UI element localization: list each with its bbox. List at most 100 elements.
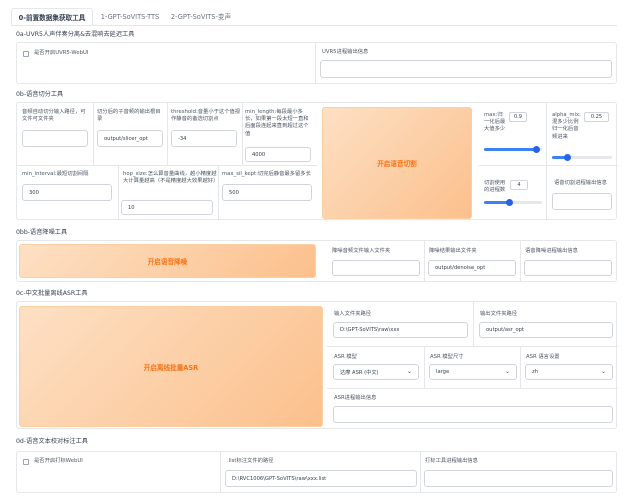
tab-divider — [11, 25, 617, 26]
slicer-output-dir-label: 切分后的子音频的输出根目录 — [97, 109, 161, 123]
max-sil-kept-label: max_sil_kept:切完后静音最多留多长 — [222, 171, 311, 177]
max-slider-knob[interactable] — [533, 146, 541, 153]
asr-info-field[interactable] — [333, 406, 613, 423]
asr-output-label: 输出文件夹路径 — [480, 311, 518, 317]
app-root: 0-前置数据集获取工具 1-GPT-SoVITS-TTS 2-GPT-SoVIT… — [0, 0, 628, 499]
list-path-label: .list标注文件的路径 — [227, 458, 274, 464]
denoise-output-dir-field[interactable]: output/denoise_opt — [428, 260, 516, 276]
asr-model-select[interactable]: 达摩 ASR (中文) ⌄ — [333, 364, 419, 380]
tab-tts[interactable]: 1-GPT-SoVITS-TTS — [94, 8, 166, 26]
denoise-divider — [424, 241, 425, 281]
uvr-section-title: 0a-UVR5人声伴奏分离&去混响去延迟工具 — [16, 31, 135, 38]
alpha-mix-slider[interactable] — [552, 154, 612, 161]
slicer-panel: 音频自动切分输入路径，可文件可文件夹 切分后的子音频的输出根目录 output/… — [16, 102, 618, 221]
slicer-input-path-field[interactable] — [22, 130, 88, 147]
asr-input-label: 输入文件夹路径 — [334, 311, 372, 317]
asr-lang-select[interactable]: zh ⌄ — [525, 364, 613, 380]
tab-voice-change[interactable]: 2-GPT-SoVITS-变声 — [166, 8, 236, 26]
label-tool-section-title: 0d-语音文本校对标注工具 — [16, 438, 88, 445]
denoise-section-title: 0bb-语音降噪工具 — [16, 229, 68, 236]
asr-divider — [473, 302, 474, 346]
asr-output-field[interactable]: output/asr_opt — [479, 322, 613, 338]
n-process-label: 切割使用的进程数 — [484, 180, 506, 194]
asr-input-field[interactable]: D:\GPT-SoVITS\raw\xxx — [333, 322, 468, 338]
start-asr-button[interactable]: 开启离线批量ASR — [19, 306, 323, 427]
uvr-panel: 是否开启UVR5-WebUI UVR5进程输出信息 — [16, 42, 617, 84]
uvr-output-field[interactable] — [320, 60, 612, 78]
slicer-divider — [218, 165, 219, 221]
asr-lang-value: zh — [532, 369, 539, 375]
label-webui-checkbox-label: 是否开启打标WebUI — [34, 458, 83, 464]
asr-model-value: 达摩 ASR (中文) — [340, 369, 379, 376]
alpha-mix-label: alpha_mix:混多少比例归一化后音频进来 — [552, 112, 581, 140]
slicer-row-divider — [479, 165, 618, 166]
max-label: max:归一化后最大值多少 — [484, 112, 506, 133]
asr-row-divider — [327, 388, 618, 389]
start-slicing-button[interactable]: 开启语音切割 — [322, 107, 472, 219]
alpha-mix-number[interactable]: 0.25 — [584, 112, 609, 122]
n-process-slider[interactable] — [484, 199, 542, 206]
min-length-label: min_length:每段最小多长，如果第一段太短一直和后面段连起来直到超过这个… — [245, 109, 309, 137]
denoise-info-label: 语音降噪进程输出信息 — [525, 248, 578, 254]
asr-section-title: 0c-中文批量离线ASR工具 — [16, 290, 88, 297]
asr-row-divider — [327, 346, 618, 347]
slicer-divider — [546, 165, 547, 221]
slicer-row-divider — [17, 165, 317, 166]
uvr-output-label: UVR5进程输出信息 — [322, 49, 369, 55]
max-slider-fill — [484, 148, 537, 151]
label-tool-info-label: 打标工具进程输出信息 — [425, 458, 478, 464]
min-length-field[interactable]: 4000 — [245, 147, 311, 162]
chevron-down-icon: ⌄ — [406, 368, 412, 375]
hop-size-field[interactable]: 10 — [121, 200, 213, 215]
asr-panel: 开启离线批量ASR 输入文件夹路径 D:\GPT-SoVITS\raw\xxx … — [16, 301, 618, 429]
asr-model-label: ASR 模型 — [334, 354, 357, 360]
start-denoise-button[interactable]: 开启语音降噪 — [19, 244, 316, 278]
slicer-output-label: 语音切割进程输出信息 — [554, 180, 607, 186]
max-number[interactable]: 0.9 — [509, 112, 527, 122]
denoise-input-label: 降噪音频文件输入文件夹 — [332, 248, 391, 254]
denoise-divider — [520, 241, 521, 281]
denoise-panel: 开启语音降噪 降噪音频文件输入文件夹 降噪结果输出文件夹 output/deno… — [16, 240, 617, 282]
min-interval-label: min_interval:最短切割间隔 — [22, 171, 89, 177]
list-path-field[interactable]: D:\RVC1006\GPT-SoVITS\raw\xxx.list — [225, 470, 417, 487]
label-tool-info-field[interactable] — [424, 470, 613, 487]
asr-size-value: large — [436, 369, 450, 375]
n-process-slider-knob[interactable] — [505, 199, 513, 206]
slicer-output-dir-field[interactable]: output/slicer_opt — [97, 130, 163, 147]
slicer-divider — [93, 103, 94, 165]
uvr-webui-checkbox[interactable] — [23, 51, 29, 57]
slicer-output-field[interactable] — [552, 193, 612, 210]
min-interval-field[interactable]: 300 — [22, 184, 112, 201]
slicer-divider — [546, 103, 547, 165]
tab-dataset-tools[interactable]: 0-前置数据集获取工具 — [11, 8, 93, 26]
denoise-output-dir-label: 降噪结果输出文件夹 — [429, 248, 477, 254]
asr-info-label: ASR进程输出信息 — [334, 395, 377, 401]
label-tool-panel: 是否开启打标WebUI .list标注文件的路径 D:\RVC1006\GPT-… — [16, 451, 617, 493]
denoise-input-field[interactable] — [332, 260, 420, 276]
max-slider[interactable] — [484, 146, 542, 153]
label-webui-checkbox[interactable] — [23, 459, 29, 465]
asr-lang-label: ASR 语言设置 — [526, 354, 560, 360]
asr-size-label: ASR 模型尺寸 — [430, 354, 464, 360]
threshold-label: threshold:音量小于这个值视作静音的备选切割点 — [171, 109, 241, 123]
slicer-divider — [118, 165, 119, 221]
hop-size-label: hop_size:怎么算音量曲线，越小精度越大计算量越高（不是精度越大效果越好） — [123, 171, 219, 185]
asr-size-select[interactable]: large ⌄ — [429, 364, 517, 380]
slicer-section-title: 0b-语音切分工具 — [16, 91, 64, 98]
chevron-down-icon: ⌄ — [504, 368, 510, 375]
alpha-mix-slider-knob[interactable] — [564, 154, 571, 161]
threshold-field[interactable]: -34 — [171, 130, 237, 147]
chevron-down-icon: ⌄ — [600, 368, 606, 375]
slicer-input-path-label: 音频自动切分输入路径，可文件可文件夹 — [22, 109, 86, 123]
asr-divider — [520, 346, 521, 388]
label-tool-divider — [420, 452, 421, 492]
slicer-divider — [242, 103, 243, 165]
max-sil-kept-field[interactable]: 500 — [222, 184, 312, 201]
asr-divider — [424, 346, 425, 388]
slicer-divider — [167, 103, 168, 165]
n-process-number[interactable]: 4 — [510, 180, 528, 190]
label-tool-divider — [220, 452, 221, 492]
uvr-divider — [315, 43, 316, 83]
uvr-webui-checkbox-label: 是否开启UVR5-WebUI — [34, 50, 89, 56]
denoise-info-field[interactable] — [524, 260, 612, 276]
